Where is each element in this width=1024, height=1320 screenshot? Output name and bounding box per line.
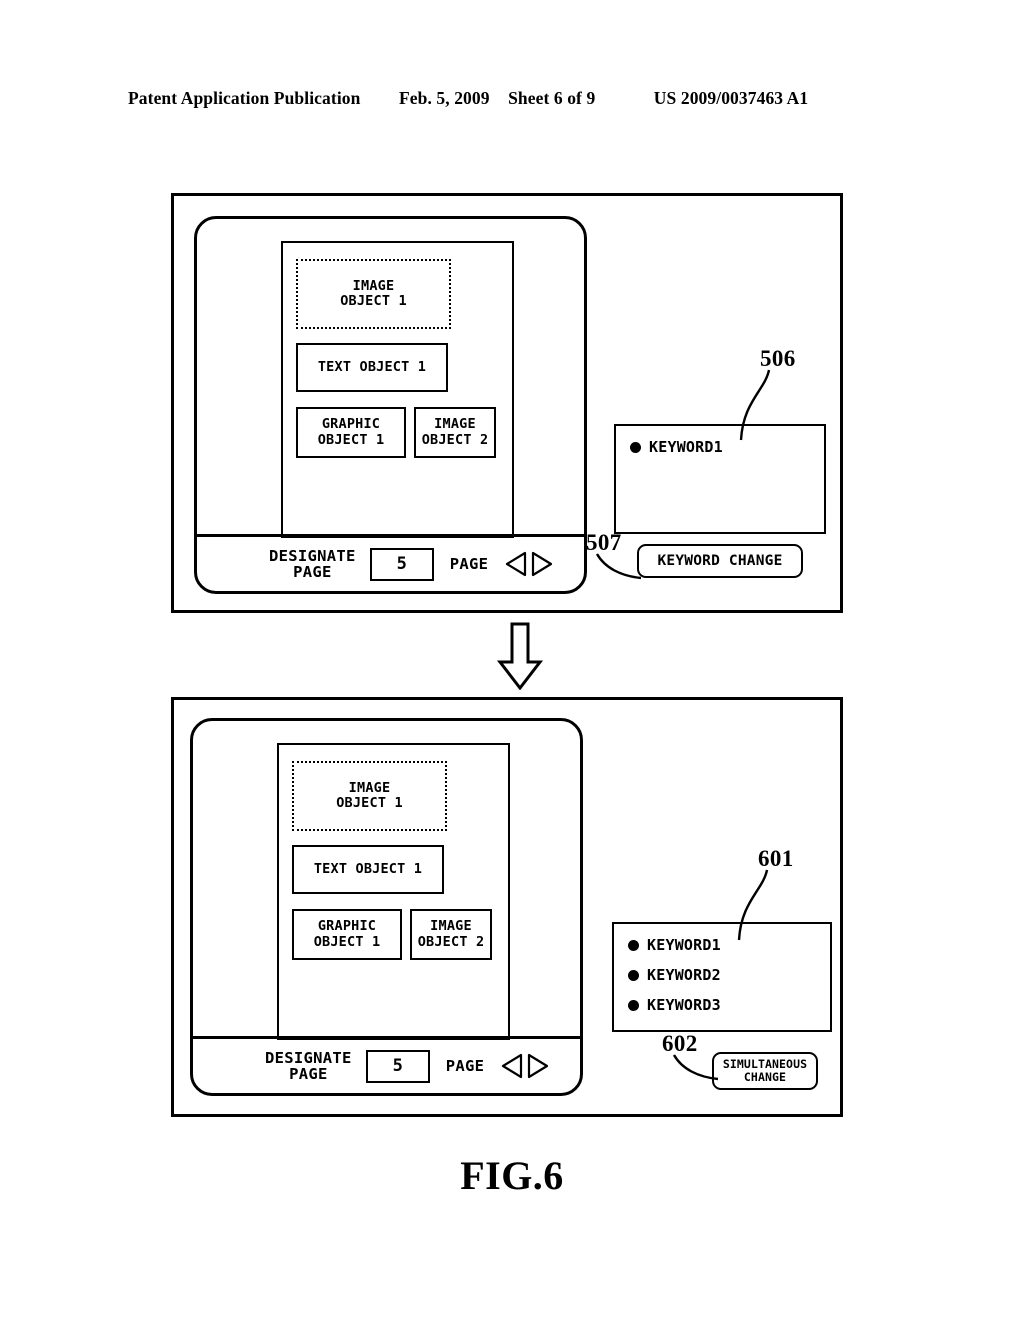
reference-numeral-506: 506 xyxy=(760,346,796,371)
device-screen-before: IMAGE OBJECT 1 TEXT OBJECT 1 GRAPHIC OBJ… xyxy=(194,216,587,594)
keyword-list-after[interactable]: KEYWORD1 KEYWORD2 KEYWORD3 xyxy=(612,922,832,1032)
bullet-icon xyxy=(628,969,639,981)
text-object-1[interactable]: TEXT OBJECT 1 xyxy=(296,343,448,392)
keyword-list-item[interactable]: KEYWORD2 xyxy=(628,966,830,984)
header-publication: Patent Application Publication xyxy=(128,88,361,108)
header-patent-number: US 2009/0037463 A1 xyxy=(653,88,809,108)
keyword-list-item[interactable]: KEYWORD3 xyxy=(628,996,830,1014)
figure-caption: FIG.6 xyxy=(460,1153,564,1198)
document-preview-before: IMAGE OBJECT 1 TEXT OBJECT 1 GRAPHIC OBJ… xyxy=(281,241,514,538)
keyword-label: KEYWORD3 xyxy=(647,996,721,1014)
designate-page-label: DESIGNATE PAGE xyxy=(269,546,356,581)
bullet-icon xyxy=(628,999,639,1011)
image-object-1[interactable]: IMAGE OBJECT 1 xyxy=(292,761,447,831)
left-triangle-icon[interactable] xyxy=(504,551,528,577)
image-object-1[interactable]: IMAGE OBJECT 1 xyxy=(296,259,451,329)
page-nav-arrows xyxy=(500,1053,550,1079)
keyword-list-item[interactable]: KEYWORD1 xyxy=(628,936,830,954)
page-toolbar-before: DESIGNATE PAGE 5 PAGE xyxy=(197,534,584,591)
page-header: Patent Application Publication Feb. 5, 2… xyxy=(128,88,896,114)
reference-numeral-601: 601 xyxy=(758,846,794,871)
simultaneous-change-button[interactable]: SIMULTANEOUS CHANGE xyxy=(712,1052,818,1090)
page-nav-arrows xyxy=(504,551,554,577)
keyword-list-item[interactable]: KEYWORD1 xyxy=(630,438,824,456)
image-object-2[interactable]: IMAGE OBJECT 2 xyxy=(410,909,492,960)
page-unit-label: PAGE xyxy=(445,1057,485,1075)
page-number-input[interactable]: 5 xyxy=(365,1049,430,1083)
keyword-label: KEYWORD1 xyxy=(649,438,723,456)
header-date: Feb. 5, 2009 xyxy=(398,88,490,108)
right-triangle-icon[interactable] xyxy=(526,1053,550,1079)
text-object-1[interactable]: TEXT OBJECT 1 xyxy=(292,845,444,894)
bullet-icon xyxy=(628,939,639,951)
device-screen-after: IMAGE OBJECT 1 TEXT OBJECT 1 GRAPHIC OBJ… xyxy=(190,718,583,1096)
figure-panel-before: IMAGE OBJECT 1 TEXT OBJECT 1 GRAPHIC OBJ… xyxy=(171,193,843,613)
right-triangle-icon[interactable] xyxy=(530,551,554,577)
reference-numeral-602: 602 xyxy=(662,1031,698,1056)
keyword-change-button[interactable]: KEYWORD CHANGE xyxy=(637,544,803,578)
page-toolbar-after: DESIGNATE PAGE 5 PAGE xyxy=(193,1036,580,1093)
page-number-input[interactable]: 5 xyxy=(369,547,434,581)
left-triangle-icon[interactable] xyxy=(500,1053,524,1079)
figure-panel-after: IMAGE OBJECT 1 TEXT OBJECT 1 GRAPHIC OBJ… xyxy=(171,697,843,1117)
keyword-list-before[interactable]: KEYWORD1 xyxy=(614,424,826,534)
keyword-label: KEYWORD1 xyxy=(647,936,721,954)
keyword-label: KEYWORD2 xyxy=(647,966,721,984)
down-arrow-icon xyxy=(496,622,544,690)
reference-numeral-507: 507 xyxy=(586,530,622,555)
graphic-object-1[interactable]: GRAPHIC OBJECT 1 xyxy=(296,407,406,458)
page-unit-label: PAGE xyxy=(449,555,489,573)
bullet-icon xyxy=(630,441,641,453)
designate-page-label: DESIGNATE PAGE xyxy=(265,1048,352,1083)
document-preview-after: IMAGE OBJECT 1 TEXT OBJECT 1 GRAPHIC OBJ… xyxy=(277,743,510,1040)
graphic-object-1[interactable]: GRAPHIC OBJECT 1 xyxy=(292,909,402,960)
image-object-2[interactable]: IMAGE OBJECT 2 xyxy=(414,407,496,458)
header-sheet: Sheet 6 of 9 xyxy=(508,88,596,108)
